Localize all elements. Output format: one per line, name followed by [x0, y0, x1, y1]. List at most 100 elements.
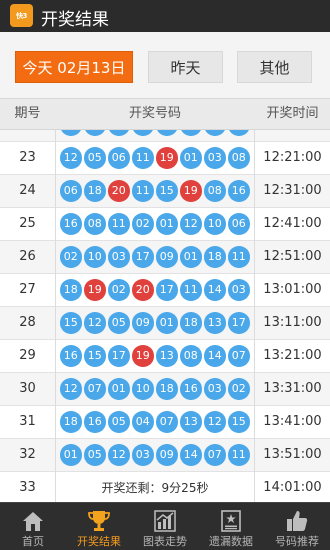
- number-ball: 17: [132, 246, 154, 268]
- number-ball: 16: [228, 180, 250, 202]
- draw-time: 13:31:00: [263, 381, 322, 396]
- number-ball: 17: [108, 345, 130, 367]
- table-row[interactable]: 30 12 07 01 10 18 16 03 02 13:31:00: [0, 373, 330, 406]
- header-issue: 期号: [14, 106, 41, 121]
- number-ball: 10: [84, 246, 106, 268]
- issue-number: 33: [19, 480, 36, 495]
- number-ball: 05: [84, 147, 106, 169]
- issue-number: 28: [19, 315, 36, 330]
- table-row[interactable]: 28 15 12 05 09 01 18 13 17 13:11:00: [0, 307, 330, 340]
- issue-number: 27: [19, 282, 36, 297]
- number-ball: 18: [60, 279, 82, 301]
- number-ball: 16: [60, 213, 82, 235]
- issue-number: 29: [19, 348, 36, 363]
- draw-time: 13:51:00: [263, 447, 322, 462]
- tab-trophy[interactable]: 开奖结果: [66, 503, 132, 550]
- number-ball: 02: [132, 213, 154, 235]
- number-ball: 09: [156, 444, 178, 466]
- number-ball: 11: [228, 246, 250, 268]
- table-row[interactable]: 29 16 15 17 19 13 08 14 07 13:21:00: [0, 340, 330, 373]
- number-ball-red: 19: [132, 345, 154, 367]
- number-ball: 05: [108, 312, 130, 334]
- thumbs-up-icon: [284, 508, 310, 534]
- bottom-tab-bar: 首页 开奖结果 图表走势 遗漏数据 号码推荐: [0, 502, 330, 550]
- app-root: 快3 开奖结果 今天 02月13日 昨天 其他 期号 开奖号码 开奖时间 23 1…: [0, 0, 330, 550]
- table-row[interactable]: 25 16 08 11 02 01 12 10 06 12:41:00: [0, 208, 330, 241]
- table-row[interactable]: 32 01 05 12 03 09 14 07 11 13:51:00: [0, 439, 330, 472]
- draw-time: 12:51:00: [263, 249, 322, 264]
- ball-group: 02 10 03 17 09 01 18 11: [60, 246, 250, 268]
- number-ball: 11: [132, 180, 154, 202]
- table-row[interactable]: 27 18 19 02 20 17 11 14 03 13:01:00: [0, 274, 330, 307]
- tab-data-board[interactable]: 遗漏数据: [198, 503, 264, 550]
- number-ball: 09: [156, 246, 178, 268]
- page-title: 开奖结果: [41, 10, 109, 30]
- ball-group: 01 05 12 03 09 14 07 11: [60, 444, 250, 466]
- number-ball: 11: [132, 147, 154, 169]
- number-ball: 04: [132, 411, 154, 433]
- number-ball: 03: [228, 279, 250, 301]
- issue-number: 30: [19, 381, 36, 396]
- results-table[interactable]: 期号 开奖号码 开奖时间 23 12 05 06 11 19 01 03 08 12:21:00 2…: [0, 98, 330, 502]
- draw-time: 12:31:00: [263, 183, 322, 198]
- number-ball-red: 19: [156, 147, 178, 169]
- number-ball-red: 20: [132, 279, 154, 301]
- tab-home[interactable]: 首页: [0, 503, 66, 550]
- ball-group: 12 05 06 11 19 01 03 08: [60, 147, 250, 169]
- trend-chart-icon: [152, 508, 178, 534]
- issue-number: 32: [19, 447, 36, 462]
- number-ball: 18: [156, 378, 178, 400]
- number-ball: 18: [180, 312, 202, 334]
- tab-label: 图表走势: [143, 535, 187, 548]
- date-filter-bar: 今天 02月13日 昨天 其他: [0, 32, 330, 98]
- number-ball: 15: [228, 411, 250, 433]
- tab-label: 号码推荐: [275, 535, 319, 548]
- column-divider: [254, 98, 255, 502]
- tab-trend-chart[interactable]: 图表走势: [132, 503, 198, 550]
- table-header: 期号 开奖号码 开奖时间: [0, 98, 330, 130]
- number-ball: 07: [84, 378, 106, 400]
- yesterday-button[interactable]: 昨天: [148, 51, 223, 83]
- app-logo-text: 快3: [16, 11, 27, 20]
- number-ball-red: 20: [108, 180, 130, 202]
- table-row[interactable]: 26 02 10 03 17 09 01 18 11 12:51:00: [0, 241, 330, 274]
- table-row-pending[interactable]: 33 开奖还剩：9分25秒 14:01:00: [0, 472, 330, 502]
- tab-thumbs-up[interactable]: 号码推荐: [264, 503, 330, 550]
- number-ball: 03: [132, 444, 154, 466]
- today-button[interactable]: 今天 02月13日: [15, 51, 133, 83]
- table-row[interactable]: 31 18 16 05 04 07 13 12 15 13:41:00: [0, 406, 330, 439]
- number-ball-red: 19: [180, 180, 202, 202]
- number-ball: 18: [204, 246, 226, 268]
- tab-label: 遗漏数据: [209, 535, 253, 548]
- number-ball: 05: [108, 411, 130, 433]
- number-ball: 02: [108, 279, 130, 301]
- number-ball: 02: [60, 246, 82, 268]
- number-ball: 02: [228, 378, 250, 400]
- other-date-button[interactable]: 其他: [237, 51, 312, 83]
- number-ball: 09: [132, 312, 154, 334]
- number-ball: 03: [108, 246, 130, 268]
- draw-time: 13:01:00: [263, 282, 322, 297]
- draw-time: 13:41:00: [263, 414, 322, 429]
- number-ball: 01: [156, 213, 178, 235]
- table-row[interactable]: 23 12 05 06 11 19 01 03 08 12:21:00: [0, 142, 330, 175]
- ball-group: 16 15 17 19 13 08 14 07: [60, 345, 250, 367]
- number-ball: 05: [84, 444, 106, 466]
- number-ball: 01: [156, 312, 178, 334]
- number-ball: 06: [60, 180, 82, 202]
- number-ball: 12: [108, 444, 130, 466]
- number-ball: 06: [108, 147, 130, 169]
- number-ball: 01: [108, 378, 130, 400]
- number-ball: 07: [228, 345, 250, 367]
- ball-group: 15 12 05 09 01 18 13 17: [60, 312, 250, 334]
- number-ball: 08: [228, 147, 250, 169]
- number-ball: 11: [228, 444, 250, 466]
- number-ball: 17: [156, 279, 178, 301]
- table-row[interactable]: 24 06 18 20 11 15 19 08 16 12:31:00: [0, 175, 330, 208]
- number-ball: 01: [60, 444, 82, 466]
- number-ball: 10: [132, 378, 154, 400]
- number-ball: 12: [60, 378, 82, 400]
- number-ball: 13: [180, 411, 202, 433]
- issue-number: 26: [19, 249, 36, 264]
- draw-time: 12:21:00: [263, 150, 322, 165]
